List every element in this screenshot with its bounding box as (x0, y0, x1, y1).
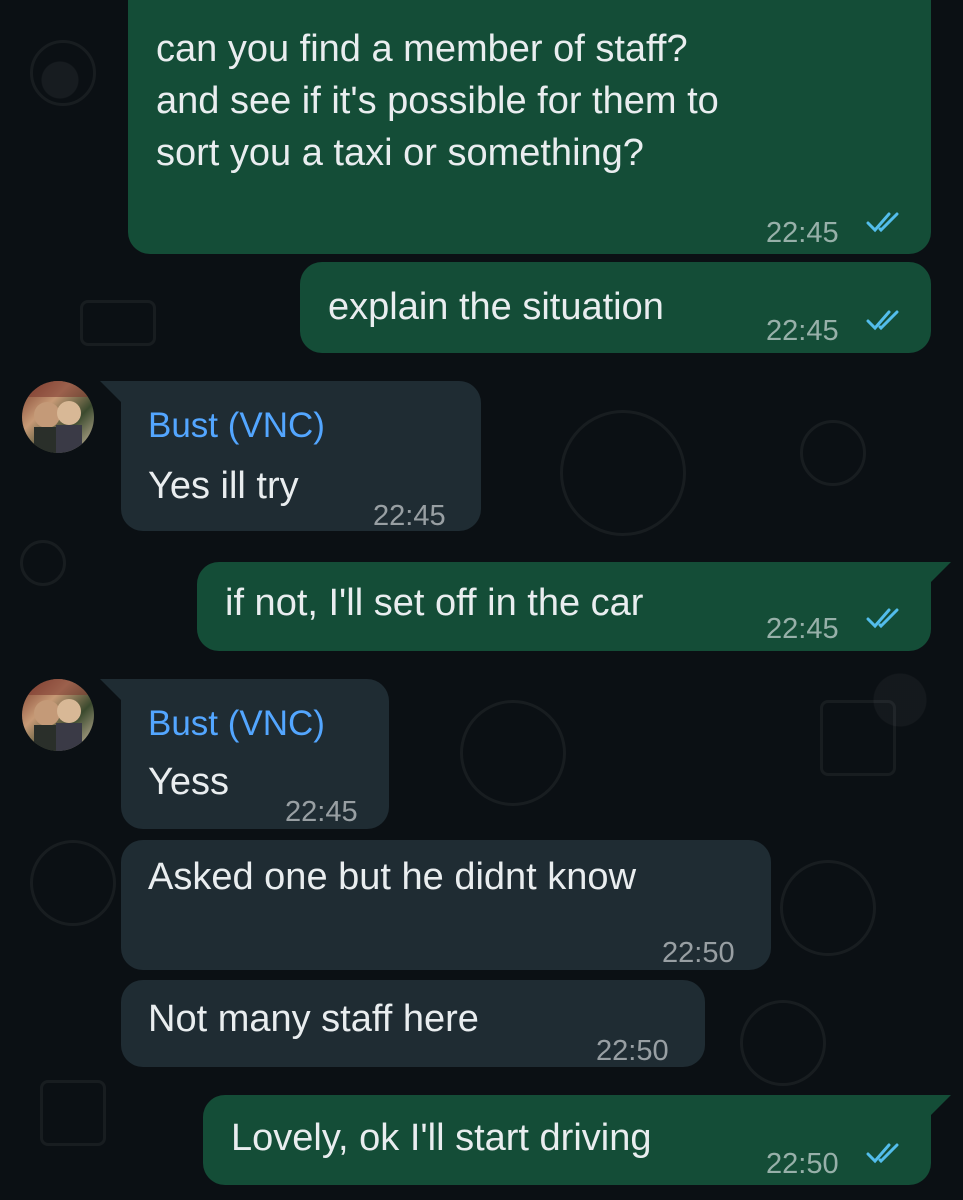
message-text: if not, I'll set off in the car (225, 582, 644, 624)
wallpaper-doodle (800, 420, 866, 486)
message-time: 22:50 (596, 1035, 669, 1067)
chat-conversation: can you find a member of staff? and see … (0, 0, 963, 1200)
message-text-line: sort you a taxi or something? (156, 132, 644, 174)
wallpaper-doodle (780, 860, 876, 956)
bubble-tail (929, 1095, 951, 1117)
incoming-message[interactable]: Asked one but he didnt know 22:50 (121, 840, 771, 970)
outgoing-message[interactable]: Lovely, ok I'll start driving 22:50 (203, 1095, 931, 1185)
wallpaper-doodle (80, 300, 156, 346)
message-text: Asked one but he didnt know (148, 856, 637, 898)
outgoing-message[interactable]: explain the situation 22:45 (300, 262, 931, 353)
double-check-icon (866, 310, 899, 331)
bubble-tail (929, 562, 951, 584)
double-check-icon (866, 1143, 899, 1164)
message-time: 22:50 (766, 1148, 839, 1180)
double-check-icon (866, 212, 899, 233)
message-time: 22:45 (766, 613, 839, 645)
wallpaper-doodle (820, 700, 896, 776)
message-text: Not many staff here (148, 998, 479, 1040)
wallpaper-doodle (30, 40, 96, 106)
message-time: 22:45 (373, 500, 446, 532)
message-time: 22:45 (766, 315, 839, 347)
sender-name[interactable]: Bust (VNC) (148, 399, 325, 453)
incoming-message[interactable]: Bust (VNC) Yess 22:45 (121, 679, 389, 829)
bubble-tail (100, 679, 122, 701)
avatar-photo-icon (22, 381, 94, 453)
message-text: Yes ill try (148, 465, 299, 507)
bubble-tail (100, 381, 122, 403)
avatar-photo-icon (22, 679, 94, 751)
wallpaper-doodle (460, 700, 566, 806)
message-text-line: and see if it's possible for them to (156, 80, 719, 122)
message-text: Lovely, ok I'll start driving (231, 1117, 652, 1159)
incoming-message[interactable]: Bust (VNC) Yes ill try 22:45 (121, 381, 481, 532)
wallpaper-doodle (30, 840, 116, 926)
wallpaper-doodle (740, 1000, 826, 1086)
contact-avatar[interactable] (22, 679, 94, 751)
contact-avatar[interactable] (22, 381, 94, 453)
outgoing-message[interactable]: can you find a member of staff? and see … (128, 0, 931, 254)
message-time: 22:45 (766, 217, 839, 249)
outgoing-message[interactable]: if not, I'll set off in the car 22:45 (197, 562, 931, 651)
message-text: explain the situation (328, 286, 664, 328)
message-time: 22:50 (662, 937, 735, 969)
incoming-message[interactable]: Not many staff here 22:50 (121, 980, 705, 1067)
sender-name[interactable]: Bust (VNC) (148, 697, 325, 751)
double-check-icon (866, 608, 899, 629)
message-text: Yess (148, 761, 229, 803)
wallpaper-doodle (20, 540, 66, 586)
message-text-line: can you find a member of staff? (156, 28, 688, 70)
wallpaper-doodle (560, 410, 686, 536)
message-time: 22:45 (285, 796, 358, 828)
wallpaper-doodle (40, 1080, 106, 1146)
